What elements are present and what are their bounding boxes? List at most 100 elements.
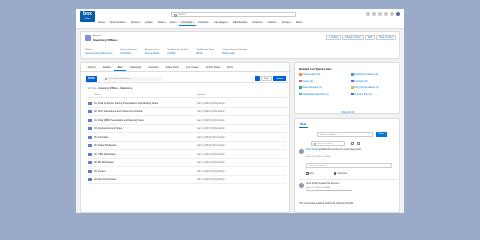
refresh-icon[interactable] [351, 142, 354, 145]
quick-link[interactable]: Enrollment Notices (0) [351, 73, 378, 76]
quick-link[interactable]: Account Plan (1) [351, 93, 372, 96]
more-options-icon[interactable]: ... [283, 102, 285, 104]
nav-item[interactable]: Leads ▾ [143, 20, 156, 26]
table-row[interactable]: 07. CSM Workspace Jan 2, 2023 by Box Admi… [87, 150, 287, 159]
table-row[interactable]: 05. Contracts Jan 2, 2023 by Box Admin... [87, 133, 287, 142]
file-name[interactable]: Account Permissions [94, 178, 116, 181]
more-options-icon[interactable]: ... [283, 110, 285, 112]
box-search-input[interactable]: Search files and folders [103, 76, 163, 81]
more-options-icon[interactable]: ... [283, 136, 285, 138]
quick-link[interactable]: Contacts (5) [351, 80, 368, 83]
file-name[interactable]: 08. BD Workspace [94, 161, 114, 164]
like-button[interactable]: Like [306, 172, 314, 175]
table-row[interactable]: 02. Prior Interactions and Customer Cont… [87, 108, 287, 116]
quick-link[interactable]: Cases (3) [299, 80, 313, 83]
quick-link[interactable]: Ning Conversations (1) [351, 86, 379, 89]
file-name[interactable]: 05. Contracts [94, 136, 108, 139]
global-search-input[interactable]: Search... [171, 12, 296, 17]
table-row[interactable]: 09. Quotes Jan 2, 2023 by Box Admin... [87, 167, 287, 176]
settings-icon[interactable] [384, 12, 388, 16]
filter-icon[interactable] [357, 142, 360, 145]
chevron-down-icon[interactable]: ▾ [262, 20, 263, 26]
more-options-icon[interactable]: ... [283, 178, 285, 180]
record-tab[interactable]: Details [99, 63, 114, 71]
view-all-link[interactable]: Show All (10) [295, 112, 401, 114]
new-button[interactable]: New [261, 76, 272, 82]
file-name[interactable]: 04. Internal Account Notes [94, 127, 122, 130]
table-row[interactable]: 01. Final Customer Facing Presentations … [87, 99, 287, 108]
share-button[interactable]: Share [376, 132, 387, 137]
breadcrumb-root[interactable]: All Files [88, 87, 96, 90]
chevron-down-icon[interactable]: ▾ [193, 20, 194, 26]
field-value[interactable]: $0.00 [196, 52, 213, 55]
tab-post[interactable]: Post [299, 122, 308, 128]
table-row[interactable]: 03. Final QBR Presentation and Meeting N… [87, 116, 287, 125]
app-logo[interactable]: box Sales [80, 11, 95, 22]
chevron-down-icon[interactable]: ▾ [140, 20, 141, 26]
chevron-down-icon[interactable]: ▾ [291, 20, 292, 26]
nav-item[interactable]: Opportunities ▾ [107, 20, 128, 26]
chevron-down-icon[interactable]: ▾ [176, 20, 177, 26]
file-name[interactable]: 02. Prior Interactions and Customer Cont… [94, 110, 143, 113]
nav-item[interactable]: Groups ▾ [280, 20, 294, 26]
more-options-icon[interactable]: ... [283, 144, 285, 146]
file-name[interactable]: 09. Quotes [94, 170, 106, 173]
upload-button[interactable]: Upload [273, 76, 286, 82]
more-options-icon[interactable]: ... [283, 170, 285, 172]
table-row[interactable]: 08. BD Workspace Jan 2, 2023 by Box Admin… [87, 159, 287, 167]
favorites-icon[interactable] [366, 12, 370, 16]
user-avatar[interactable] [396, 12, 400, 16]
nav-item[interactable]: Files ▾ [168, 20, 179, 26]
chevron-down-icon[interactable]: ▾ [228, 20, 229, 26]
feed-item-user[interactable]: Scott Smith [306, 149, 318, 151]
file-name[interactable]: 06. Sales Workspace [94, 144, 117, 147]
record-tab[interactable]: Oakwright [126, 63, 145, 71]
table-row[interactable]: 06. Sales Workspace Jan 2, 2023 by Box Ad… [87, 142, 287, 150]
nav-item[interactable]: Quotes ▾ [129, 20, 143, 26]
feed-search-input[interactable]: Search this feed... [311, 141, 345, 146]
share-input[interactable]: Share an update... [317, 132, 373, 137]
field-value[interactable]: Sarah Leigh [222, 52, 247, 55]
edit-button[interactable]: Edit [365, 35, 376, 40]
chevron-down-icon[interactable]: ▾ [152, 20, 153, 26]
chevron-down-icon[interactable]: ▾ [302, 20, 303, 26]
nav-item[interactable]: Campaigns ▾ [212, 20, 231, 26]
nav-item[interactable]: Chatter ▾ [265, 20, 279, 26]
chevron-down-icon[interactable]: ▾ [276, 20, 277, 26]
nav-item[interactable]: More ▾ [294, 20, 306, 26]
chevron-down-icon[interactable]: ▾ [125, 20, 126, 26]
file-name[interactable]: 07. CSM Workspace [94, 153, 116, 156]
field-value[interactable]: www.inventoryoffices.com [85, 52, 112, 55]
more-options-icon[interactable]: ... [283, 161, 285, 163]
record-tab[interactable]: Sales Tools [162, 63, 182, 71]
record-tab[interactable]: Live Cases [182, 63, 202, 71]
chevron-down-icon[interactable]: ▾ [209, 20, 210, 26]
column-name[interactable]: Name [94, 94, 100, 96]
record-tab[interactable]: Box [114, 63, 127, 71]
more-options-icon[interactable]: ... [283, 153, 285, 155]
comment-button[interactable]: Comment [333, 172, 347, 175]
nav-item[interactable]: Contacts ▾ [196, 20, 212, 26]
table-row[interactable]: 04. Internal Account Notes Jan 2, 2023 by… [87, 125, 287, 133]
grid-view-icon[interactable] [254, 76, 260, 82]
chevron-down-icon[interactable]: ▾ [165, 20, 166, 26]
new-contact-button[interactable]: New Contact [376, 35, 396, 40]
more-options-icon[interactable]: ... [283, 119, 285, 121]
nav-item[interactable]: Home [96, 20, 107, 26]
field-value[interactable]: Jeremy Davis [145, 52, 159, 55]
follow-button[interactable]: + Follow [326, 35, 342, 40]
nav-item[interactable]: Dashboards ▾ [231, 20, 251, 26]
quick-link[interactable]: Opportunities (6) [299, 73, 320, 76]
nav-item[interactable]: Reports ▾ [250, 20, 265, 26]
record-tab[interactable]: More [224, 63, 237, 71]
record-tab[interactable]: Analytics [145, 63, 162, 71]
field-value[interactable]: 123456 [167, 52, 188, 55]
record-tab[interactable]: Action Plans [202, 63, 223, 71]
file-name[interactable]: 03. Final QBR Presentation and Meeting N… [94, 119, 144, 122]
more-options-icon[interactable]: ... [283, 127, 285, 129]
chevron-down-icon[interactable]: ▾ [247, 20, 248, 26]
nav-item[interactable]: Tasks ▾ [156, 20, 168, 26]
column-updated[interactable]: Updated [197, 94, 205, 96]
change-owner-button[interactable]: Change Owner [342, 35, 365, 40]
record-tab[interactable]: Activity [84, 63, 99, 71]
